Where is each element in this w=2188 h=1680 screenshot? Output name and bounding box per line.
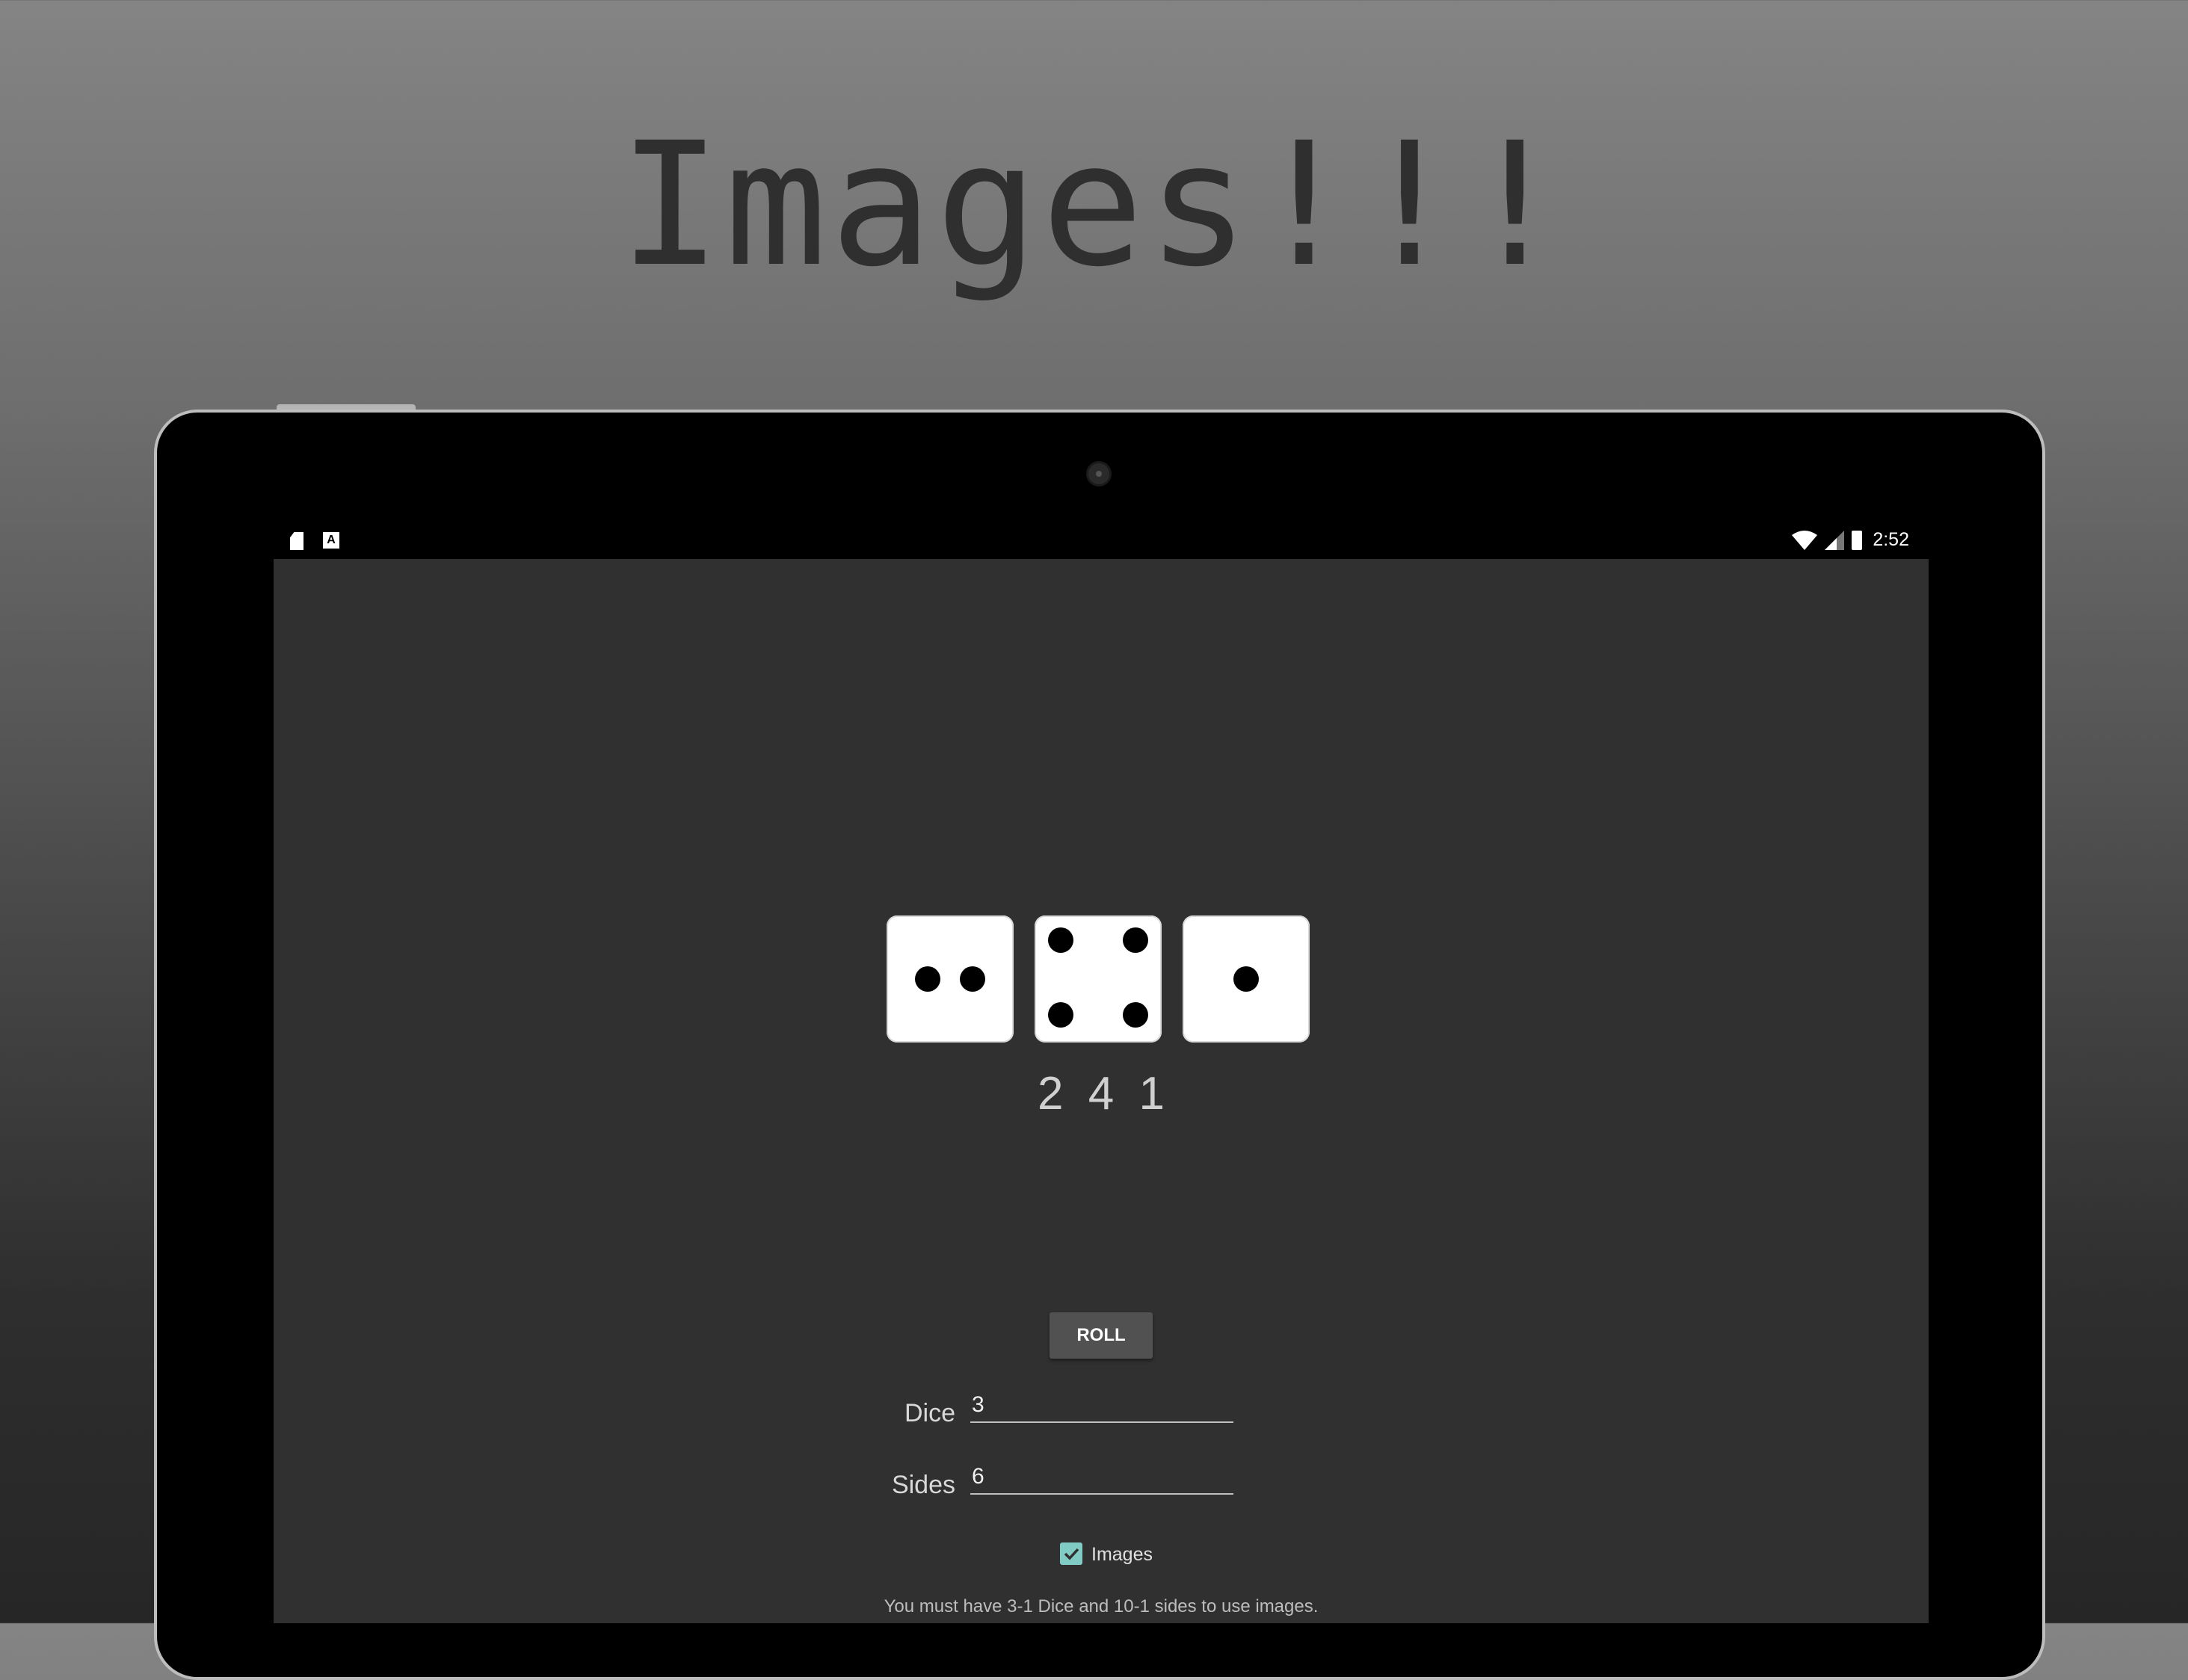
- images-requirement-note: You must have 3-1 Dice and 10-1 sides to…: [884, 1596, 1319, 1616]
- die-pip: [960, 966, 985, 992]
- wifi-icon: [1792, 530, 1818, 550]
- status-right-icons: 2:52: [1792, 529, 1909, 551]
- roll-results: 2 4 1: [274, 1067, 1929, 1120]
- images-checkbox[interactable]: [1060, 1542, 1082, 1565]
- signal-icon: [1825, 530, 1845, 550]
- result-value: 2: [1038, 1068, 1064, 1120]
- die-pip: [1048, 927, 1073, 953]
- status-left-icons: A: [290, 532, 339, 550]
- battery-charging-icon: [1852, 530, 1863, 550]
- die-pip: [915, 966, 940, 992]
- checkmark-icon: [1064, 1548, 1079, 1560]
- die-pip: [1048, 1002, 1073, 1028]
- sides-count-input[interactable]: [970, 1460, 1233, 1495]
- result-value: 1: [1138, 1068, 1165, 1120]
- status-bar: A 2:52: [274, 523, 1929, 559]
- die-1: [887, 915, 1014, 1043]
- promo-headline: Images!!!: [618, 105, 1570, 304]
- die-3: [1183, 915, 1310, 1043]
- result-value: 4: [1088, 1068, 1115, 1120]
- die-pip: [1233, 966, 1259, 992]
- images-checkbox-label[interactable]: Images: [1091, 1544, 1153, 1566]
- dice-count-input[interactable]: [970, 1389, 1233, 1423]
- app-screen: 2 4 1 ROLL Dice Sides Images You must ha…: [274, 559, 1929, 1623]
- die-pip: [1123, 927, 1148, 953]
- a-notification-icon: A: [323, 532, 339, 549]
- dice-label: Dice: [904, 1399, 955, 1427]
- status-time: 2:52: [1873, 529, 1909, 550]
- die-pip: [1123, 1002, 1148, 1028]
- sides-label: Sides: [891, 1471, 955, 1499]
- roll-button[interactable]: ROLL: [1050, 1312, 1153, 1359]
- die-2: [1035, 915, 1162, 1043]
- front-camera-icon: [1086, 461, 1112, 487]
- dice-row: [887, 915, 1310, 1043]
- sd-card-icon: [290, 532, 303, 550]
